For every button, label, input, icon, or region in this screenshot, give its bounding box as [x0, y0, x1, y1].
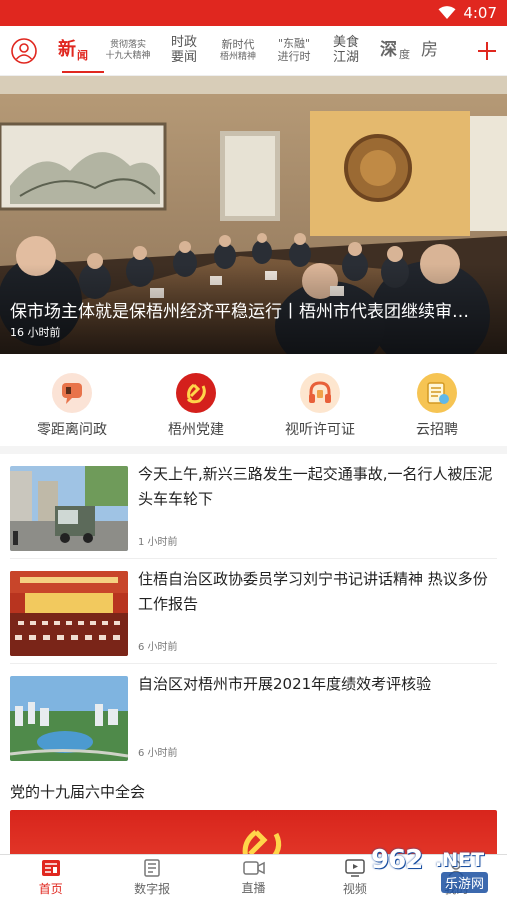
tab-label: 深 [380, 39, 397, 60]
tab-label: 进行时 [277, 49, 311, 63]
tab-news[interactable]: 新 闻 [47, 26, 99, 75]
add-channel-button[interactable] [467, 26, 507, 75]
nav-label: 数字报 [134, 882, 171, 896]
tab-label: 十九大精神 [105, 50, 151, 61]
tab-label: 要闻 [170, 49, 197, 65]
watermark-suffix: .NET [435, 849, 485, 871]
quick-services: 零距离问政 梧州党建 视听许可证 云招聘 [0, 354, 507, 454]
tab-label: 贯彻落实 [109, 40, 146, 51]
service-label: 视听许可证 [285, 422, 355, 438]
news-body: 自治区对梧州市开展2021年度绩效考评核验 6 小时前 [138, 675, 497, 759]
news-title[interactable]: 自治区对梧州市开展2021年度绩效考评核验 [138, 672, 497, 697]
tv-icon [345, 859, 365, 877]
tab-east[interactable]: "东融" 进行时 [265, 26, 323, 75]
headphones-icon [300, 373, 340, 413]
tab-food[interactable]: 美食 江湖 [323, 26, 369, 75]
tab-label: 时政 [170, 34, 197, 50]
tab-label: 度 [399, 48, 410, 62]
tab-label: 房 [421, 39, 438, 60]
site-watermark: 962 .NET 乐游网 [369, 845, 503, 895]
hero-banner[interactable]: 保市场主体就是保梧州经济平稳运行丨梧州市代表团继续审… 16 小时前 [0, 76, 507, 354]
service-cloud-recruit[interactable]: 云招聘 [382, 373, 492, 439]
tab-label: 梧州精神 [219, 51, 256, 62]
service-label: 云招聘 [416, 422, 458, 438]
service-party-building[interactable]: 梧州党建 [134, 373, 258, 439]
tab-politics[interactable]: 时政 要闻 [157, 26, 211, 75]
watermark-site: 乐游网 [441, 872, 489, 893]
news-title[interactable]: 今天上午,新兴三路发生一起交通事故,一名行人被压泥头车车轮下 [138, 462, 497, 512]
tab-label: 新时代 [221, 38, 255, 51]
channel-tabs: 新 闻 贯彻落实 十九大精神 时政 要闻 新时代 梧州精神 "东融" 进行时 美… [47, 26, 467, 75]
hero-time: 16 小时前 [10, 326, 61, 339]
watermark-number: 962 [371, 845, 423, 875]
news-thumbnail [10, 676, 128, 761]
service-label: 零距离问政 [37, 422, 107, 438]
profile-icon[interactable] [11, 37, 37, 64]
service-label: 梧州党建 [168, 422, 224, 438]
hero-title[interactable]: 保市场主体就是保梧州经济平稳运行丨梧州市代表团继续审… [10, 297, 497, 322]
nav-label: 直播 [241, 881, 266, 895]
active-tab-indicator [62, 71, 104, 73]
nav-label: 视频 [342, 882, 367, 896]
tab-house[interactable]: 房 [421, 26, 445, 75]
video-camera-icon [242, 861, 265, 875]
service-ask-politics[interactable]: 零距离问政 [10, 373, 134, 439]
party-emblem-icon [176, 373, 216, 413]
tab-label: 美食 [332, 34, 359, 50]
status-bar: 4:07 [0, 0, 507, 26]
chat-icon [52, 373, 92, 413]
news-body: 住梧自治区政协委员学习刘宁书记讲话精神 热议多份工作报告 6 小时前 [138, 570, 497, 653]
tab-spirit[interactable]: 贯彻落实 十九大精神 [99, 26, 157, 75]
news-item[interactable]: 住梧自治区政协委员学习刘宁书记讲话精神 热议多份工作报告 6 小时前 [10, 559, 497, 664]
tab-label: "东融" [277, 36, 311, 50]
news-body: 今天上午,新兴三路发生一起交通事故,一名行人被压泥头车车轮下 1 小时前 [138, 465, 497, 548]
digital-paper-icon [144, 859, 160, 877]
news-time: 1 小时前 [138, 537, 178, 548]
news-item[interactable]: 自治区对梧州市开展2021年度绩效考评核验 6 小时前 [10, 664, 497, 769]
tab-depth[interactable]: 深 度 [369, 26, 421, 75]
nav-home[interactable]: 首页 [0, 855, 101, 901]
nav-label: 首页 [38, 882, 63, 896]
tab-new-era[interactable]: 新时代 梧州精神 [211, 26, 265, 75]
status-time: 4:07 [463, 4, 497, 22]
news-thumbnail [10, 466, 128, 551]
nav-live[interactable]: 直播 [203, 855, 304, 901]
news-time: 6 小时前 [138, 642, 178, 653]
wifi-icon [438, 6, 456, 19]
tab-label: 新 [58, 39, 76, 61]
news-title[interactable]: 住梧自治区政协委员学习刘宁书记讲话精神 热议多份工作报告 [138, 567, 497, 617]
news-thumbnail [10, 571, 128, 656]
tab-label: 江湖 [332, 49, 359, 65]
nav-digital-paper[interactable]: 数字报 [101, 855, 202, 901]
recruit-icon [417, 373, 457, 413]
newspaper-icon [41, 860, 60, 876]
news-item[interactable]: 今天上午,新兴三路发生一起交通事故,一名行人被压泥头车车轮下 1 小时前 [10, 454, 497, 559]
news-time: 6 小时前 [138, 748, 178, 759]
section-title[interactable]: 党的十九届六中全会 [0, 769, 507, 810]
channel-bar: 新 闻 贯彻落实 十九大精神 时政 要闻 新时代 梧州精神 "东融" 进行时 美… [0, 26, 507, 76]
news-list: 今天上午,新兴三路发生一起交通事故,一名行人被压泥头车车轮下 1 小时前 住梧自… [0, 454, 507, 769]
service-av-license[interactable]: 视听许可证 [258, 373, 382, 439]
plus-icon [478, 41, 496, 60]
